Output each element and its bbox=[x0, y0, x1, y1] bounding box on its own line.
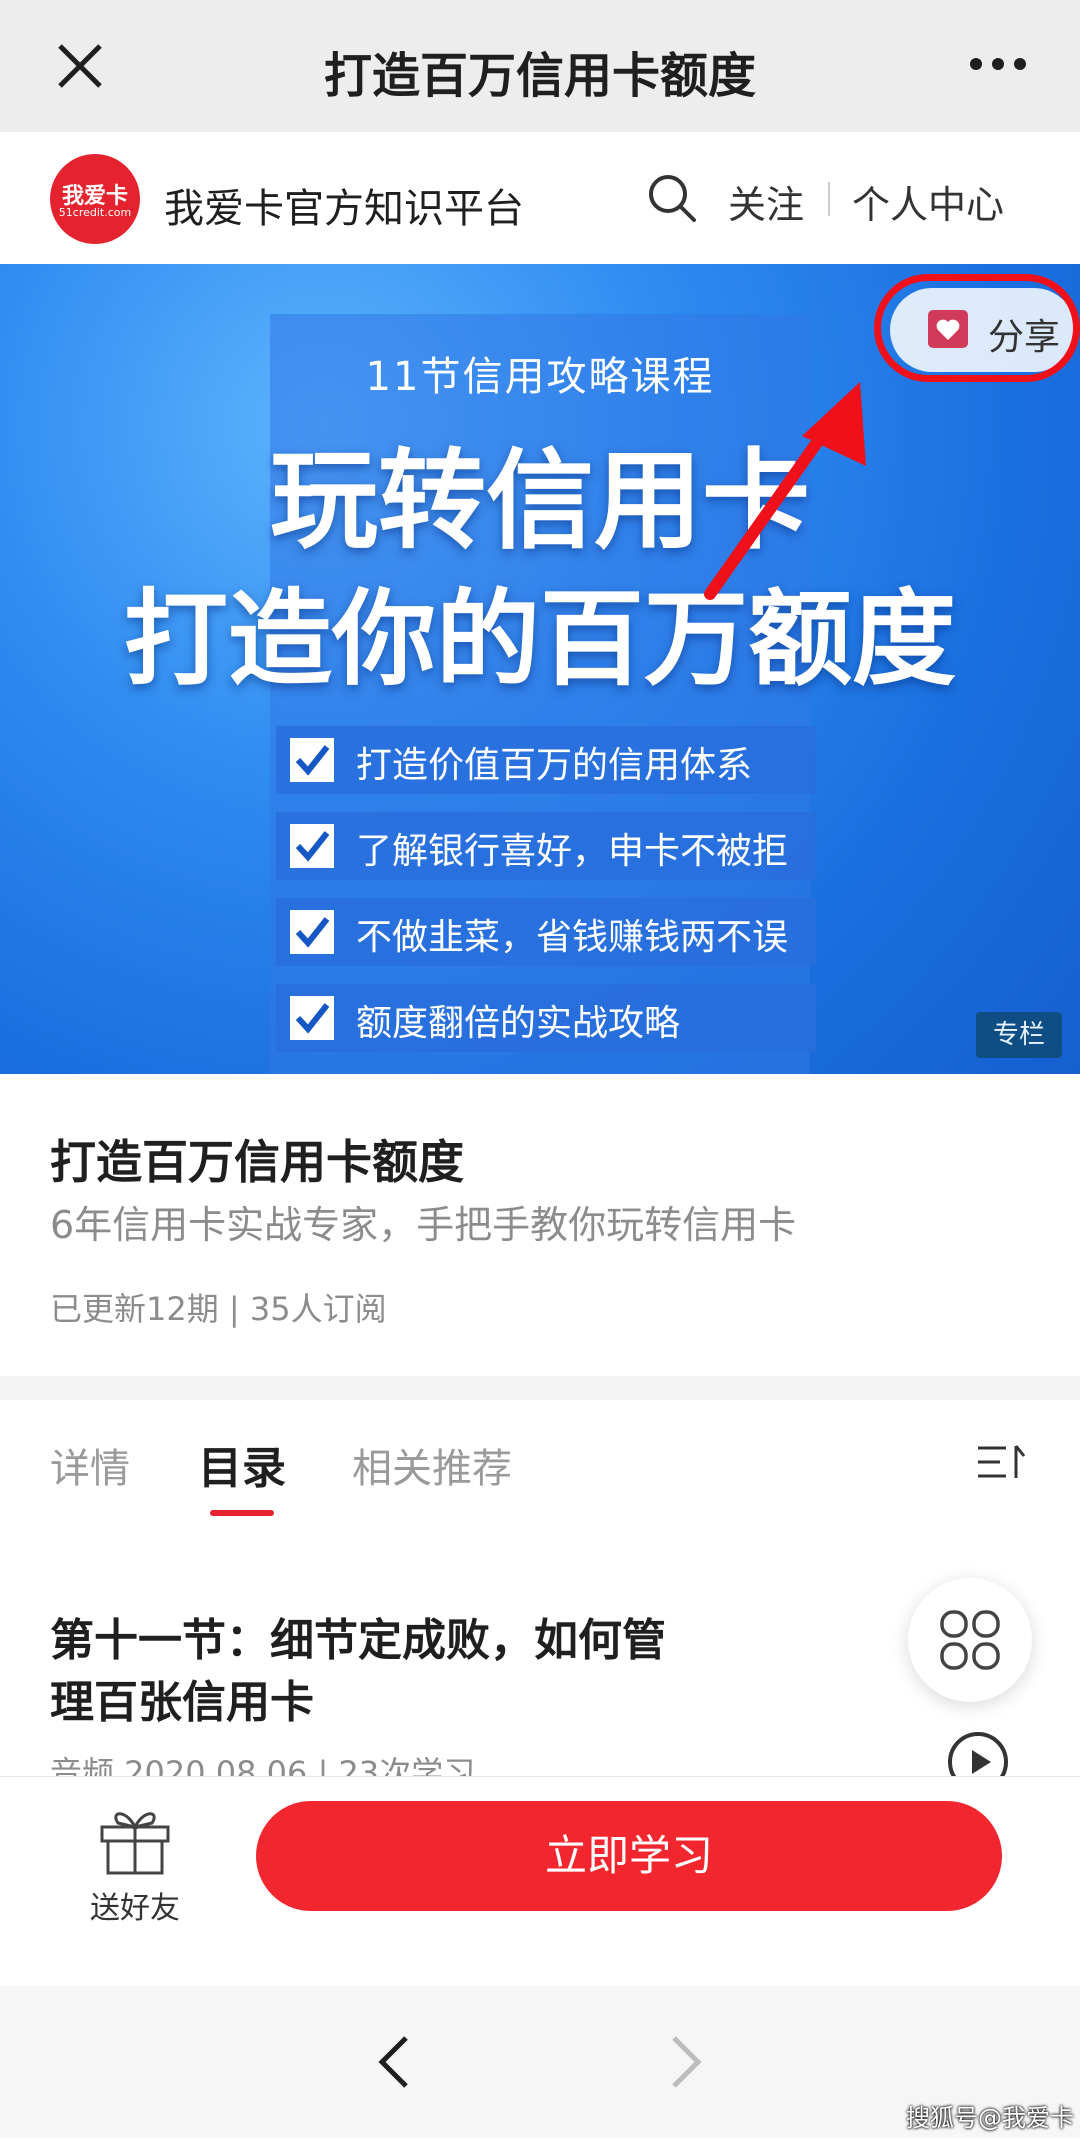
tab-details[interactable]: 详情 bbox=[50, 1436, 130, 1494]
checkbox-icon bbox=[290, 738, 334, 782]
banner-point-text: 不做韭菜，省钱赚钱两不误 bbox=[356, 917, 789, 958]
checkbox-icon bbox=[290, 996, 334, 1040]
lesson-title-line2: 理百张信用卡 bbox=[50, 1677, 314, 1728]
column-badge: 专栏 bbox=[976, 1012, 1062, 1058]
annotation-highlight-ring bbox=[874, 274, 1080, 382]
checkbox-icon bbox=[290, 824, 334, 868]
tab-recommendations[interactable]: 相关推荐 bbox=[352, 1436, 512, 1494]
course-title: 打造百万信用卡额度 bbox=[50, 1135, 464, 1189]
banner-point: 不做韭菜，省钱赚钱两不误 bbox=[276, 898, 816, 966]
header-divider bbox=[828, 182, 830, 216]
grid-icon bbox=[940, 1610, 1000, 1670]
course-banner[interactable]: 11节信用攻略课程 玩转信用卡 打造你的百万额度 打造价值百万的信用体系 了解银… bbox=[0, 264, 1080, 1074]
follow-button[interactable]: 关注 bbox=[728, 174, 804, 229]
banner-point: 额度翻倍的实战攻略 bbox=[276, 984, 816, 1052]
lesson-meta: 音频 2020.08.06 | 23次学习 bbox=[50, 1754, 476, 1776]
back-arrow-icon[interactable] bbox=[370, 2032, 420, 2092]
banner-point: 打造价值百万的信用体系 bbox=[276, 726, 816, 794]
brand-name[interactable]: 我爱卡官方知识平台 bbox=[164, 176, 524, 234]
gift-label[interactable]: 送好友 bbox=[90, 1883, 180, 1927]
course-meta: 已更新12期 | 35人订阅 bbox=[50, 1290, 387, 1328]
browser-bottom-nav: 搜狐号@我爱卡 bbox=[0, 1986, 1080, 2138]
sort-icon[interactable] bbox=[976, 1444, 1028, 1480]
bottom-action-bar: 送好友 立即学习 bbox=[0, 1776, 1080, 1986]
more-options-icon[interactable] bbox=[968, 54, 1028, 74]
brand-logo[interactable]: 我爱卡 51credit.com bbox=[50, 154, 140, 244]
logo-url: 51credit.com bbox=[58, 206, 132, 219]
active-tab-indicator bbox=[210, 1510, 274, 1516]
banner-headline-1: 玩转信用卡 bbox=[269, 439, 810, 564]
lesson-title-line1: 第十一节：细节定成败，如何管 bbox=[50, 1615, 666, 1666]
page-title: 打造百万信用卡额度 bbox=[323, 48, 756, 104]
banner-point-text: 额度翻倍的实战攻略 bbox=[356, 1003, 681, 1044]
section-divider bbox=[0, 1376, 1080, 1400]
forward-arrow-icon[interactable] bbox=[660, 2032, 710, 2092]
gift-icon[interactable] bbox=[96, 1805, 174, 1875]
top-nav-bar: 打造百万信用卡额度 bbox=[0, 0, 1080, 132]
annotation-arrow bbox=[704, 382, 866, 600]
banner-headline-2: 打造你的百万额度 bbox=[123, 578, 956, 700]
play-icon[interactable] bbox=[946, 1730, 1010, 1776]
personal-center-link[interactable]: 个人中心 bbox=[852, 174, 1004, 229]
banner-point-text: 了解银行喜好，申卡不被拒 bbox=[356, 831, 789, 872]
search-icon[interactable] bbox=[646, 172, 698, 224]
shop-header: 我爱卡 51credit.com 我爱卡官方知识平台 关注 个人中心 bbox=[0, 132, 1080, 264]
course-info: 打造百万信用卡额度 6年信用卡实战专家，手把手教你玩转信用卡 已更新12期 | … bbox=[0, 1074, 1080, 1376]
checkbox-icon bbox=[290, 910, 334, 954]
tab-catalog[interactable]: 目录 bbox=[198, 1432, 286, 1496]
course-description: 6年信用卡实战专家，手把手教你玩转信用卡 bbox=[50, 1203, 797, 1247]
floating-menu-button[interactable] bbox=[908, 1578, 1032, 1702]
tab-bar: 详情 目录 相关推荐 bbox=[0, 1400, 1080, 1530]
study-now-button[interactable]: 立即学习 bbox=[256, 1801, 1002, 1911]
watermark: 搜狐号@我爱卡 bbox=[906, 2104, 1074, 2132]
banner-point: 了解银行喜好，申卡不被拒 bbox=[276, 812, 816, 880]
banner-point-text: 打造价值百万的信用体系 bbox=[356, 745, 753, 786]
